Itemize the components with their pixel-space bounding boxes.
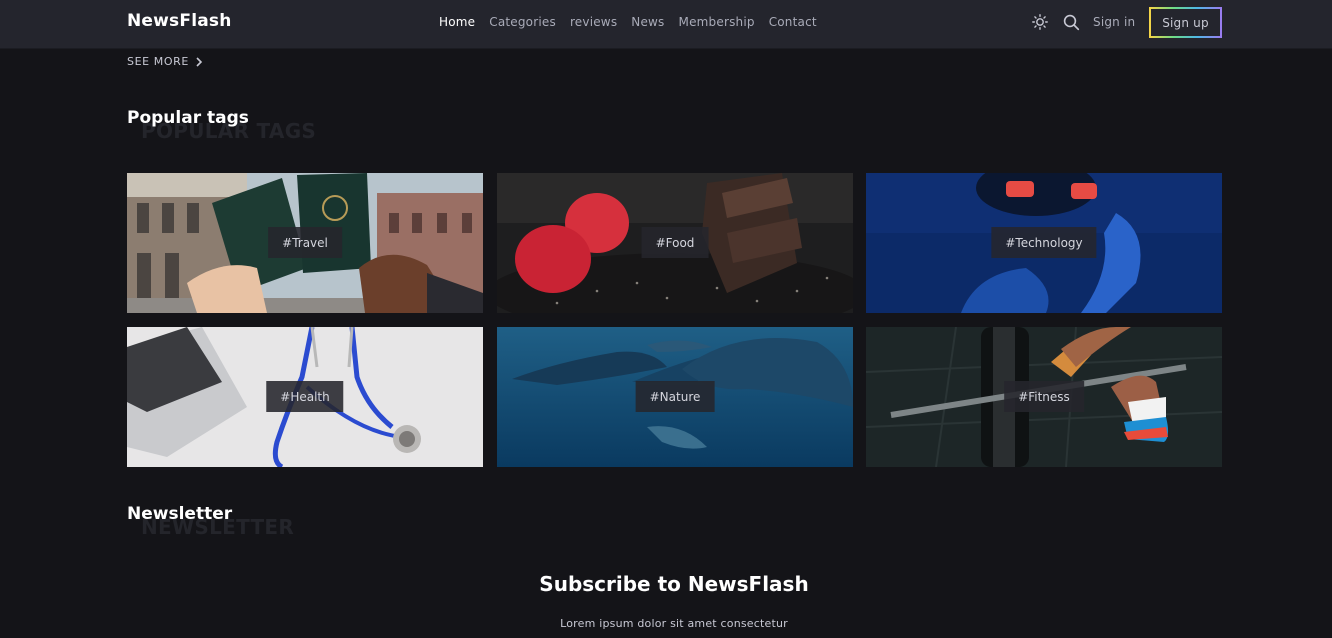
tag-card-fitness[interactable]: #Fitness — [866, 327, 1222, 467]
see-more-label: SEE MORE — [127, 55, 189, 68]
chevron-right-icon — [196, 56, 203, 67]
nav-membership[interactable]: Membership — [679, 15, 755, 29]
nav-home[interactable]: Home — [439, 15, 475, 29]
tag-card-nature[interactable]: #Nature — [497, 327, 853, 467]
tag-card-technology[interactable]: #Technology — [866, 173, 1222, 313]
nav-contact[interactable]: Contact — [769, 15, 817, 29]
tag-label-travel: #Travel — [268, 227, 342, 258]
tag-label-fitness: #Fitness — [1004, 381, 1084, 412]
top-navbar: NewsFlash Home Categories reviews News M… — [0, 0, 1332, 49]
tag-label-health: #Health — [266, 381, 344, 412]
brand-logo[interactable]: NewsFlash — [127, 11, 232, 31]
tag-label-food: #Food — [641, 227, 709, 258]
tag-card-travel[interactable]: #Travel — [127, 173, 483, 313]
tag-label-nature: #Nature — [635, 381, 715, 412]
popular-tags-title: Popular tags — [127, 108, 249, 128]
tag-card-food[interactable]: #Food — [497, 173, 853, 313]
subscribe-heading: Subscribe to NewsFlash — [539, 572, 809, 596]
nav-reviews[interactable]: reviews — [570, 15, 617, 29]
subscribe-description: Lorem ipsum dolor sit amet consectetur — [560, 617, 788, 630]
main-nav: Home Categories reviews News Membership … — [439, 15, 831, 29]
newsletter-title: Newsletter — [127, 504, 233, 524]
see-more-link[interactable]: SEE MORE — [127, 55, 203, 68]
tag-label-technology: #Technology — [991, 227, 1097, 258]
nav-news[interactable]: News — [631, 15, 664, 29]
search-icon[interactable] — [1062, 13, 1080, 31]
signup-button[interactable]: Sign up — [1149, 7, 1222, 38]
signin-link[interactable]: Sign in — [1093, 15, 1135, 29]
theme-toggle-sun-icon[interactable] — [1031, 13, 1049, 31]
tag-card-health[interactable]: #Health — [127, 327, 483, 467]
nav-categories[interactable]: Categories — [489, 15, 556, 29]
